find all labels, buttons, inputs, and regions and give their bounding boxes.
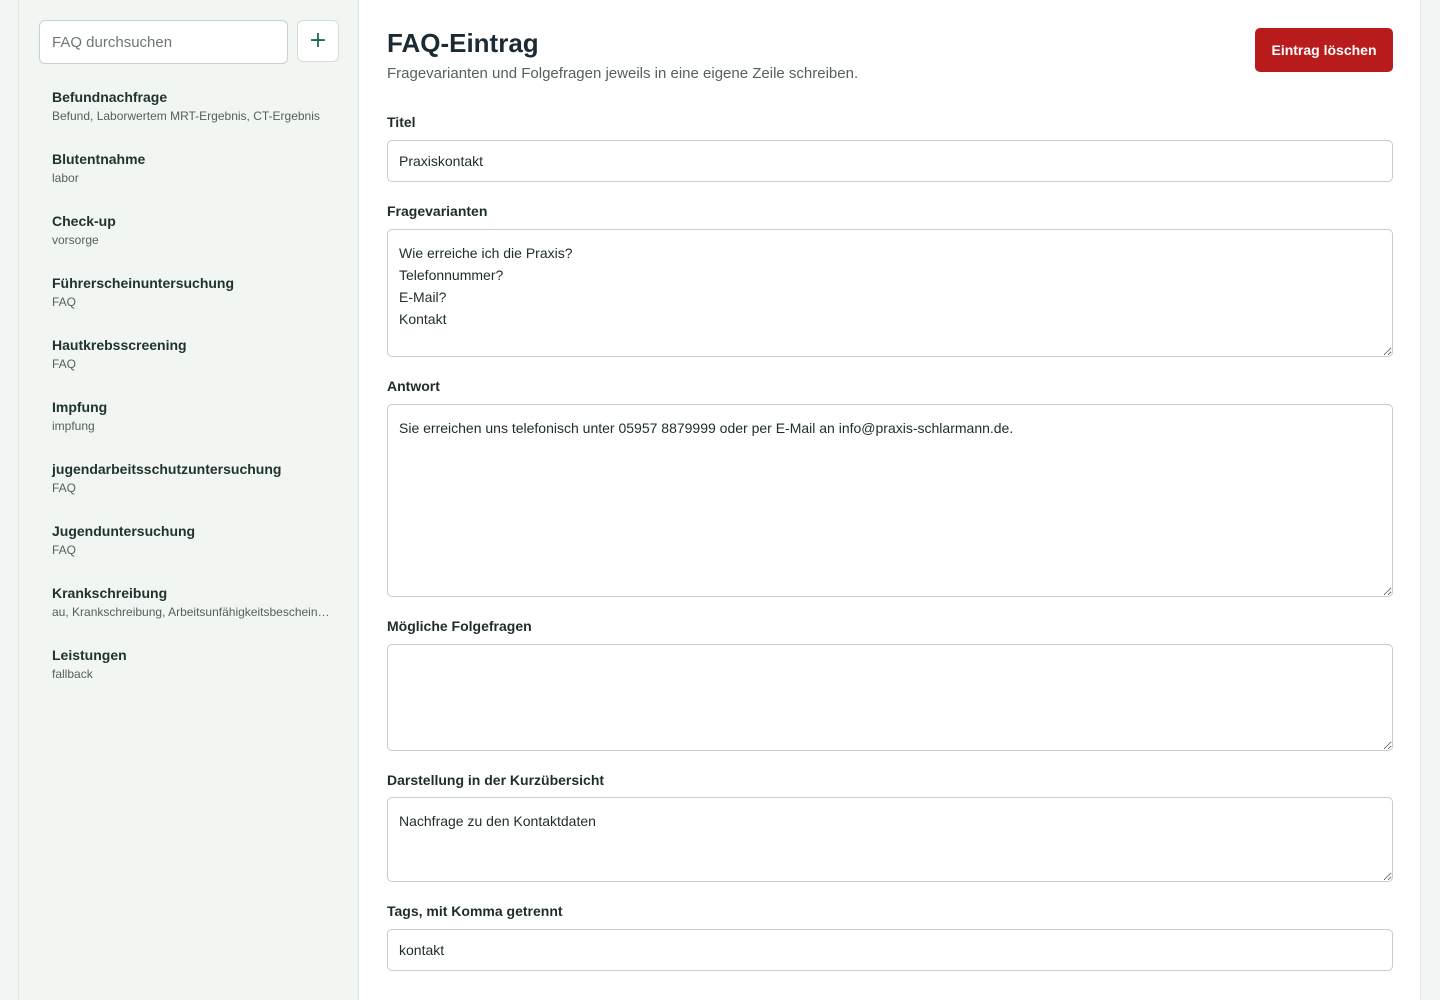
faq-list-item-leistungen[interactable]: Leistungen fallback [52,646,332,708]
faq-list-item-check-up[interactable]: Check-up vorsorge [52,212,332,274]
faq-list-item-fuehrerscheinuntersuchung[interactable]: Führerscheinuntersuchung FAQ [52,274,332,336]
answer-label: Antwort [387,378,440,394]
followup-questions-label: Mögliche Folgefragen [387,618,532,634]
faq-item-tags: FAQ [52,357,77,371]
faq-list-item-impfung[interactable]: Impfung impfung [52,398,332,460]
faq-list-item-hautkrebsscreening[interactable]: Hautkrebsscreening FAQ [52,336,332,398]
faq-item-tags: FAQ [52,295,77,309]
faq-item-tags: impfung [52,419,95,433]
faq-item-title: Blutentnahme [52,151,146,167]
tags-label: Tags, mit Komma getrennt [387,903,563,919]
app-window: + Befundnachfrage Befund, Laborwertem MR… [18,0,1421,1000]
faq-item-tags: FAQ [52,543,77,557]
title-field-input[interactable] [387,140,1393,182]
faq-search-input[interactable] [39,20,288,64]
faq-item-tags: vorsorge [52,233,99,247]
followup-questions-textarea[interactable] [387,644,1393,751]
faq-list-item-krankschreibung[interactable]: Krankschreibung au, Krankschreibung, Arb… [52,584,332,646]
page-title: FAQ-Eintrag [387,28,539,58]
title-field-label: Titel [387,114,416,130]
add-faq-button[interactable]: + [297,20,339,62]
faq-item-title: Impfung [52,399,108,415]
faq-item-tags: FAQ [52,481,77,495]
plus-icon: + [308,28,328,53]
faq-sidebar: + Befundnachfrage Befund, Laborwertem MR… [19,0,359,1000]
summary-display-textarea[interactable]: Nachfrage zu den Kontaktdaten [387,797,1393,882]
faq-item-tags: labor [52,171,79,185]
tags-input[interactable] [387,929,1393,971]
faq-list-item-jugenduntersuchung[interactable]: Jugenduntersuchung FAQ [52,522,332,584]
faq-list-item-blutentnahme[interactable]: Blutentnahme labor [52,150,332,212]
search-row: + [39,20,339,64]
page-subtitle: Fragevarianten und Folgefragen jeweils i… [387,65,859,82]
faq-editor: FAQ-Eintrag Fragevarianten und Folgefrag… [359,0,1420,1000]
faq-item-title: Hautkrebsscreening [52,337,187,353]
faq-list: Befundnachfrage Befund, Laborwertem MRT-… [52,88,332,708]
delete-entry-button[interactable]: Eintrag löschen [1255,28,1393,72]
faq-item-title: jugendarbeitsschutzuntersuchung [52,461,282,477]
faq-item-title: Check-up [52,213,116,229]
faq-item-title: Befundnachfrage [52,89,168,105]
faq-item-tags: au, Krankschreibung, Arbeitsunfähigkeits… [52,605,332,619]
question-variants-label: Fragevarianten [387,203,488,219]
faq-item-title: Krankschreibung [52,585,168,601]
faq-item-title: Leistungen [52,647,127,663]
answer-textarea[interactable]: Sie erreichen uns telefonisch unter 0595… [387,404,1393,597]
faq-item-title: Führerscheinuntersuchung [52,275,235,291]
faq-item-tags: fallback [52,667,93,681]
summary-display-label: Darstellung in der Kurzübersicht [387,772,605,788]
faq-item-tags: Befund, Laborwertem MRT-Ergebnis, CT-Erg… [52,109,320,123]
faq-list-item-jugendarbeitsschutzuntersuchung[interactable]: jugendarbeitsschutzuntersuchung FAQ [52,460,332,522]
faq-item-title: Jugenduntersuchung [52,523,196,539]
question-variants-textarea[interactable]: Wie erreiche ich die Praxis? Telefonnumm… [387,229,1393,357]
faq-list-item-befundnachfrage[interactable]: Befundnachfrage Befund, Laborwertem MRT-… [52,88,332,150]
